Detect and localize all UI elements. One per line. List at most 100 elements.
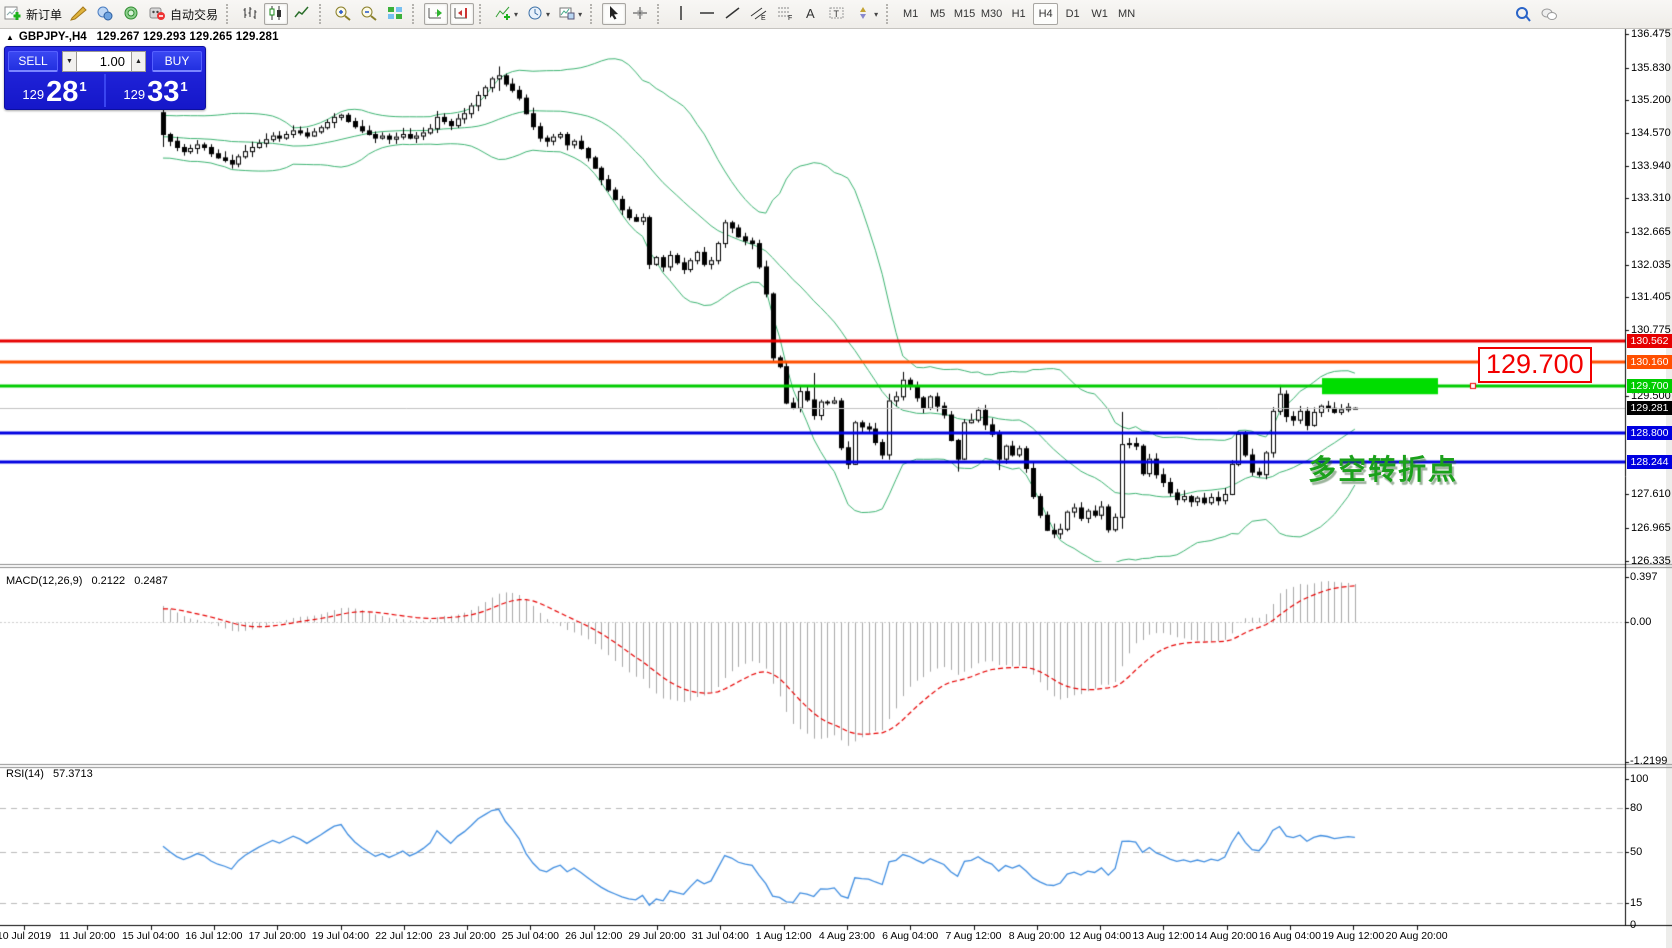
toolbar-indicators-button[interactable]: ▾ [491, 3, 521, 25]
new-order-icon [4, 5, 22, 24]
bar-chart-icon [241, 5, 259, 24]
toolbar-autotrading-button[interactable]: 自动交易 [145, 3, 221, 25]
toolbar-zoom-in-button[interactable] [331, 3, 355, 25]
toolbar-arrows-button[interactable]: ▾ [851, 3, 881, 25]
indicator-scale-label: 0 [1630, 919, 1636, 931]
toolbar-auto-scroll-button[interactable] [424, 3, 448, 25]
svg-text:E: E [761, 15, 766, 21]
toolbar-text-label-button[interactable]: T [825, 3, 849, 25]
chevron-down-icon[interactable]: ▾ [874, 10, 878, 19]
volume-increase-button[interactable]: ▲ [131, 51, 146, 72]
toolbar-bar-chart-button[interactable] [238, 3, 262, 25]
x-axis-label: 11 Jul 20:00 [59, 930, 115, 942]
indicator-scale-label: -1.2199 [1630, 755, 1667, 767]
price-annotation-label[interactable]: 129.700 [1478, 347, 1592, 383]
equidistant-channel-icon: E [750, 5, 768, 24]
toolbar-vertical-line-button[interactable] [669, 3, 693, 25]
toolbar-group-main: 新订单 自动交易 [0, 0, 222, 28]
y-axis-tick: 132.665 [1631, 226, 1671, 238]
chevron-down-icon[interactable]: ▾ [514, 10, 518, 19]
toolbar-crosshair-button[interactable] [628, 3, 652, 25]
toolbar-trendline-button[interactable] [721, 3, 745, 25]
toolbar-cursor-button[interactable] [602, 3, 626, 25]
autotrading-icon [148, 5, 166, 24]
indicator-scale-label: 0.397 [1630, 571, 1658, 583]
timeframe-mn[interactable]: MN [1114, 3, 1139, 25]
toolbar-templates-button[interactable]: ▾ [555, 3, 585, 25]
horizontal-line-icon [698, 5, 716, 24]
sell-button[interactable]: SELL [8, 51, 58, 72]
chevron-down-icon[interactable]: ▾ [546, 10, 550, 19]
toolbar-periods-button[interactable]: ▾ [523, 3, 553, 25]
x-axis-label: 1 Aug 12:00 [756, 930, 812, 942]
chevron-down-icon[interactable]: ▾ [578, 10, 582, 19]
y-axis-tick: 136.475 [1631, 28, 1671, 40]
toolbar-separator [412, 4, 419, 24]
toolbar-group-chart: ▾ ▾ ▾ [237, 0, 586, 28]
toolbar-chat-button[interactable] [1537, 3, 1561, 25]
buy-price-point: 1 [180, 79, 187, 94]
buy-price[interactable]: 129 33 1 [106, 74, 205, 107]
timeframe-m15[interactable]: M15 [952, 3, 977, 25]
x-axis-label: 6 Aug 04:00 [882, 930, 938, 942]
price-chart-canvas[interactable] [0, 28, 1672, 948]
x-axis-label: 7 Aug 12:00 [945, 930, 1001, 942]
zoom-out-icon [360, 5, 378, 24]
toolbar-candlestick-chart-button[interactable] [264, 3, 288, 25]
timeframe-d1[interactable]: D1 [1060, 3, 1085, 25]
rsi-label: RSI(14) 57.3713 [6, 768, 93, 780]
x-axis-label: 10 Jul 2019 [0, 930, 51, 942]
x-axis-label: 26 Jul 12:00 [565, 930, 622, 942]
cursor-icon [605, 5, 623, 24]
price-tag: 130.160 [1627, 355, 1672, 369]
timeframe-m30[interactable]: M30 [979, 3, 1004, 25]
volume-decrease-button[interactable]: ▼ [62, 51, 77, 72]
sell-price[interactable]: 129 28 1 [5, 74, 106, 107]
buy-price-figure: 129 [123, 87, 145, 102]
y-axis-tick: 126.335 [1631, 555, 1671, 567]
x-axis-label: 8 Aug 20:00 [1009, 930, 1065, 942]
price-tag: 129.281 [1627, 401, 1672, 415]
toolbar-market-watch-button[interactable] [93, 3, 117, 25]
price-tag: 128.800 [1627, 426, 1672, 440]
toolbar-separator [590, 4, 597, 24]
collapse-panel-icon[interactable]: ▲ [6, 33, 14, 42]
toolbar-separator [479, 4, 486, 24]
zoom-in-icon [334, 5, 352, 24]
symbol-title: ▲ GBPJPY-,H4 129.267 129.293 129.265 129… [6, 31, 279, 43]
market-watch-icon [96, 5, 114, 24]
sell-price-pips: 28 [46, 79, 78, 105]
indicator-scale-label: 80 [1630, 802, 1642, 814]
toolbar-equidistant-channel-button[interactable]: E [747, 3, 771, 25]
timeframe-m1[interactable]: M1 [898, 3, 923, 25]
toolbar-fibonacci-button[interactable]: F [773, 3, 797, 25]
toolbar-horizontal-line-button[interactable] [695, 3, 719, 25]
symbol-name: GBPJPY-,H4 [19, 31, 87, 43]
toolbar-zoom-out-button[interactable] [357, 3, 381, 25]
toolbar-text-button[interactable]: A [799, 3, 823, 25]
turning-point-annotation[interactable]: 多空转折点 [1308, 448, 1458, 488]
trendline-icon [724, 5, 742, 24]
toolbar-chart-shift-button[interactable] [450, 3, 474, 25]
timeframe-m5[interactable]: M5 [925, 3, 950, 25]
toolbar-tile-windows-button[interactable] [383, 3, 407, 25]
indicators-icon [494, 5, 512, 24]
x-axis-label: 13 Aug 12:00 [1132, 930, 1194, 942]
toolbar-group-right [1510, 0, 1562, 28]
fibonacci-icon: F [776, 5, 794, 24]
toolbar-search-button[interactable] [1511, 3, 1535, 25]
x-axis-label: 16 Jul 12:00 [185, 930, 242, 942]
volume-input[interactable] [77, 51, 131, 72]
timeframe-w1[interactable]: W1 [1087, 3, 1112, 25]
vertical-line-icon [672, 5, 690, 24]
toolbar-new-order-button[interactable]: 新订单 [1, 3, 65, 25]
toolbar-styler-button[interactable] [67, 3, 91, 25]
text-label-icon: T [828, 5, 846, 24]
sell-price-figure: 129 [22, 87, 44, 102]
price-tag: 128.244 [1627, 455, 1672, 469]
buy-button[interactable]: BUY [152, 51, 202, 72]
timeframe-h4[interactable]: H4 [1033, 3, 1058, 25]
timeframe-h1[interactable]: H1 [1006, 3, 1031, 25]
toolbar-line-chart-button[interactable] [290, 3, 314, 25]
toolbar-navigator-button[interactable] [119, 3, 143, 25]
